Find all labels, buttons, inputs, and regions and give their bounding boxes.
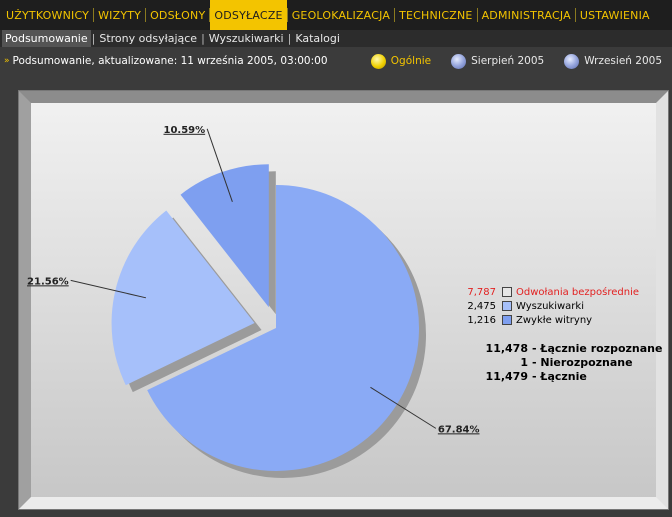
- period-option-overall[interactable]: Ogólnie: [370, 53, 432, 69]
- subnav-item-label: Wyszukiwarki: [208, 32, 284, 45]
- totals-label: - Nierozpoznane: [532, 356, 633, 369]
- totals-count: 11,479: [485, 370, 528, 383]
- totals-label: - Łącznie: [532, 370, 587, 383]
- legend-count: 2,475: [467, 300, 496, 312]
- legend-swatch: [502, 301, 512, 311]
- legend-count: 1,216: [467, 314, 496, 326]
- totals-row: 11,478 - Łącznie rozpoznane: [459, 342, 663, 356]
- chart-panel: 67.84% 21.56% 10.59% 7,787 Odwołania bezpo…: [18, 90, 669, 510]
- subnav-item-label: Katalogi: [295, 32, 340, 45]
- nav-item-pageviews[interactable]: ODSŁONY: [146, 0, 209, 30]
- totals-label: - Łącznie rozpoznane: [532, 342, 663, 355]
- legend-item: 1,216 Zwykłe witryny: [459, 313, 639, 327]
- nav-item-label: GEOLOKALIZACJA: [291, 8, 391, 22]
- legend-item: 2,475 Wyszukiwarki: [459, 299, 639, 313]
- totals-summary: 11,478 - Łącznie rozpoznane 1 - Nierozpo…: [459, 342, 663, 384]
- period-label: Wrzesień 2005: [584, 55, 662, 67]
- pie-slice-label: 10.59%: [164, 125, 206, 136]
- totals-row: 11,479 - Łącznie: [459, 370, 662, 384]
- radio-icon: [451, 53, 467, 69]
- period-option-september[interactable]: Wrzesień 2005: [564, 53, 662, 69]
- period-option-august[interactable]: Sierpień 2005: [451, 53, 545, 69]
- double-arrow-icon: »: [4, 56, 10, 66]
- subnav-item-label: Podsumowanie: [5, 32, 88, 45]
- period-label: Ogólnie: [390, 55, 432, 67]
- chart-legend: 7,787 Odwołania bezpośrednie 2,475 Wyszu…: [459, 285, 639, 327]
- nav-item-label: TECHNICZNE: [399, 8, 473, 22]
- radio-icon: [564, 53, 580, 69]
- legend-label: Odwołania bezpośrednie: [516, 286, 639, 298]
- totals-row: 1 - Nierozpoznane: [459, 356, 662, 370]
- nav-item-label: ODSYŁACZE: [214, 8, 283, 22]
- subnav-item-directories[interactable]: Katalogi: [292, 30, 343, 47]
- period-selector: Ogólnie Sierpień 2005 Wrzesień 2005: [351, 49, 662, 73]
- nav-item-label: UŻYTKOWNICY: [6, 8, 90, 22]
- nav-item-label: ADMINISTRACJA: [481, 8, 571, 22]
- sub-nav: Podsumowanie | Strony odsyłające | Wyszu…: [0, 30, 672, 47]
- subnav-item-summary[interactable]: Podsumowanie: [2, 30, 91, 47]
- subnav-item-referring-sites[interactable]: Strony odsyłające: [96, 30, 200, 47]
- nav-item-label: WIZYTY: [98, 8, 142, 22]
- status-text: Podsumowanie, aktualizowane: 11 września…: [12, 55, 328, 67]
- legend-swatch: [502, 315, 512, 325]
- legend-item: 7,787 Odwołania bezpośrednie: [459, 285, 639, 299]
- pie-slice-label: 67.84%: [438, 424, 480, 435]
- nav-item-settings[interactable]: USTAWIENIA: [576, 0, 654, 30]
- radio-selected-icon: [370, 53, 386, 69]
- nav-item-label: ODSŁONY: [150, 8, 206, 22]
- nav-item-users[interactable]: UŻYTKOWNICY: [2, 0, 93, 30]
- main-nav: UŻYTKOWNICY WIZYTY ODSŁONY ODSYŁACZE GEO…: [0, 0, 672, 30]
- legend-swatch: [502, 287, 512, 297]
- legend-label: Zwykłe witryny: [516, 314, 593, 326]
- subnav-item-search-engines[interactable]: Wyszukiwarki: [206, 30, 287, 47]
- legend-label: Wyszukiwarki: [516, 300, 584, 312]
- period-label: Sierpień 2005: [471, 55, 545, 67]
- nav-item-label: USTAWIENIA: [579, 8, 650, 22]
- nav-item-visits[interactable]: WIZYTY: [94, 0, 145, 30]
- pie-slice-label: 21.56%: [27, 276, 69, 287]
- nav-item-referrers[interactable]: ODSYŁACZE: [210, 0, 287, 30]
- legend-count: 7,787: [467, 286, 496, 298]
- totals-count: 11,478: [485, 342, 528, 355]
- subnav-item-label: Strony odsyłające: [99, 32, 198, 45]
- nav-item-geolocation[interactable]: GEOLOKALIZACJA: [288, 0, 394, 30]
- totals-count: 1: [520, 356, 528, 369]
- status-bar: » Podsumowanie, aktualizowane: 11 wrześn…: [0, 49, 672, 73]
- nav-item-administration[interactable]: ADMINISTRACJA: [478, 0, 575, 30]
- nav-item-technical[interactable]: TECHNICZNE: [395, 0, 477, 30]
